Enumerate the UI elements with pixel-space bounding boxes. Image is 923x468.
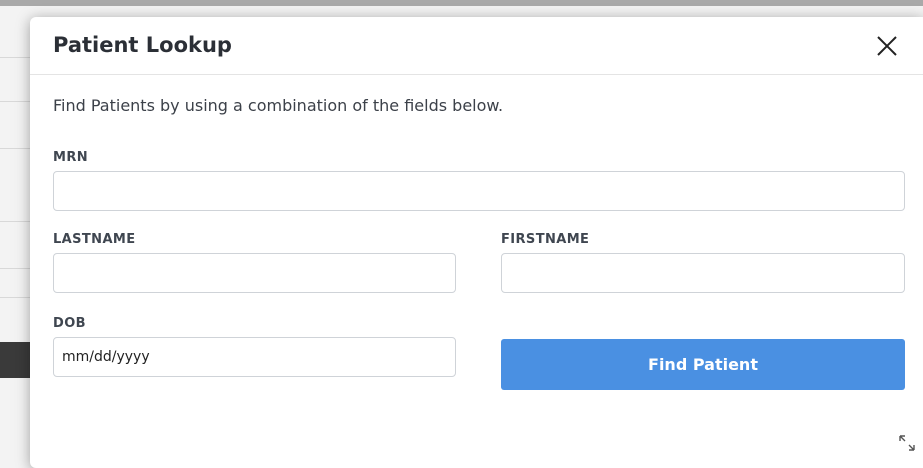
background-divider xyxy=(0,148,30,149)
patient-lookup-modal: Patient Lookup Find Patients by using a … xyxy=(30,17,923,468)
background-divider xyxy=(0,221,30,222)
background-top-bar xyxy=(0,0,923,6)
background-divider xyxy=(0,101,30,102)
intro-text: Find Patients by using a combination of … xyxy=(53,96,504,115)
modal-title: Patient Lookup xyxy=(53,33,232,57)
modal-header: Patient Lookup xyxy=(30,17,923,75)
close-button[interactable] xyxy=(874,33,900,59)
mrn-input[interactable] xyxy=(53,171,905,211)
close-icon xyxy=(877,36,897,56)
dob-label: DOB xyxy=(53,316,86,331)
background-divider xyxy=(0,297,30,298)
background-divider xyxy=(0,268,30,269)
find-patient-button[interactable]: Find Patient xyxy=(501,339,905,390)
lastname-label: LASTNAME xyxy=(53,232,136,247)
background-divider xyxy=(0,57,30,58)
firstname-label: FIRSTNAME xyxy=(501,232,590,247)
background-dark-block xyxy=(0,342,30,378)
resize-handle[interactable] xyxy=(897,433,917,453)
dob-input[interactable] xyxy=(53,337,456,377)
mrn-label: MRN xyxy=(53,150,89,165)
lastname-input[interactable] xyxy=(53,253,456,293)
firstname-input[interactable] xyxy=(501,253,905,293)
expand-arrows-icon xyxy=(899,435,915,451)
